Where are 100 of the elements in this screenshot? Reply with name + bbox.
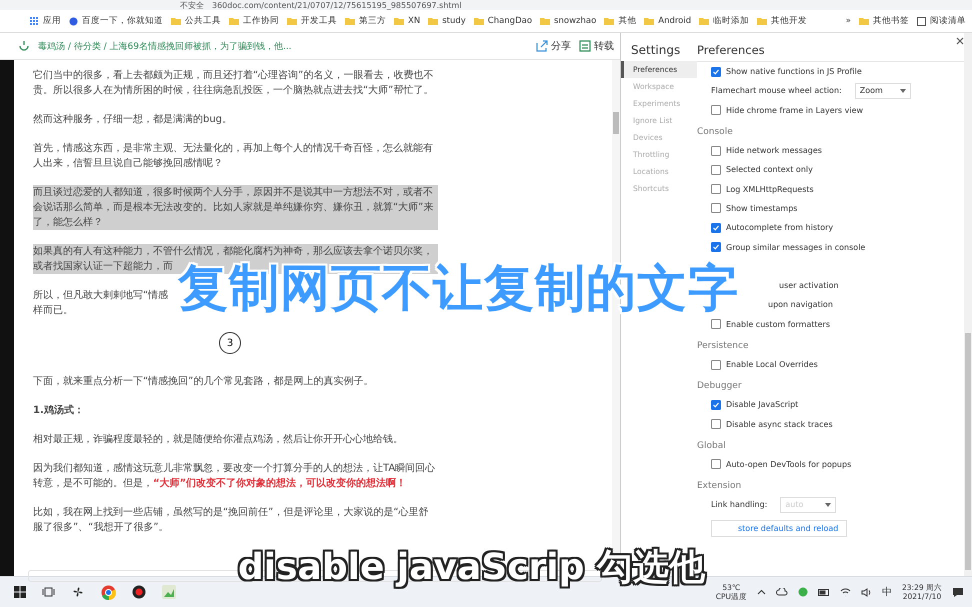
scrollbar-thumb[interactable] (613, 112, 619, 134)
preference-checkbox[interactable]: Show native functions in JS Profile (697, 62, 964, 82)
folder-icon (644, 17, 654, 25)
folder-icon (287, 17, 297, 25)
preferences-heading: Preferences (697, 43, 964, 62)
preference-checkbox[interactable]: Enable Local Overrides (697, 354, 964, 374)
checkbox[interactable] (711, 222, 721, 233)
preference-checkbox[interactable]: Hide network messages (697, 140, 964, 160)
article-paragraph: 首先，情感这东西，是非常主观、无法量化的，再加上每个人的情况千奇百怪，怎么就能有人出来，信誓旦旦说自己能够挽回感情呢？ (33, 142, 434, 171)
folder-icon (757, 17, 768, 25)
bookmark-link[interactable]: 开发工具 (287, 15, 337, 27)
checkbox[interactable] (711, 419, 721, 430)
article-paragraph: 而且谈过恋爱的人都知道，很多时候两个人分手，原因并不是说其中一方想法不对，或者不会说话那么简单，而是根本无法改变的。比如人家就是单纯嫌你穷、嫌你丑，就算“大师”来了，能怎么样？ (33, 185, 438, 230)
bookmark-link[interactable]: Android (644, 16, 692, 26)
scrollbar-thumb[interactable] (965, 333, 971, 570)
article-paragraph: 然而这种服务，仔细一想，都是满满的bug。 (33, 112, 234, 127)
article-paragraph: 它们当中的很多，看上去都颇为正规，而且还打着“心理咨询”的名义，一眼看去，收费也不贵。所以很多人在为情所困的时候，往往病急乱投医，一个脑热就点进去找“大师”帮忙了。 (33, 68, 434, 98)
folder-icon (345, 17, 355, 25)
save-icon (579, 40, 591, 52)
bookmark-link[interactable]: 公共工具 (171, 15, 221, 27)
reading-list-icon (917, 16, 926, 26)
section-title: Debugger (697, 380, 743, 394)
checkbox[interactable] (711, 242, 721, 252)
checkbox[interactable] (711, 203, 721, 214)
bookmark-link[interactable]: ChangDao (474, 16, 532, 26)
browser-icon[interactable] (101, 584, 116, 600)
folder-icon (859, 17, 869, 25)
notification-icon[interactable] (952, 586, 964, 598)
bookmark-link[interactable]: 应用 (30, 15, 61, 27)
more-bookmarks-button[interactable]: » (846, 16, 851, 26)
section-title: Console (697, 126, 734, 139)
checkbox[interactable] (711, 146, 721, 156)
bookmark-link[interactable]: snowzhao (540, 16, 596, 26)
preference-checkbox[interactable]: Log XMLHttpRequests (697, 179, 964, 199)
folder-icon (229, 17, 239, 25)
preference-checkbox[interactable]: Disable async stack traces (697, 414, 964, 434)
checkbox[interactable] (711, 66, 721, 77)
caret-icon (825, 502, 832, 507)
checkbox[interactable] (711, 400, 721, 410)
preference-checkbox[interactable]: Auto-open DevTools for popups (697, 454, 964, 474)
bookmark-link[interactable]: 阅读清单 (917, 15, 966, 27)
folder-icon (428, 17, 438, 25)
header-action-button[interactable]: 分享 (536, 39, 571, 53)
article-paragraph: 比如，我在网上找到一些店铺，虽然写的是“挽回前任”，但是评论里，大家说的是“心里舒服了很多”、“我想开了很多”。 (33, 506, 430, 535)
setting-label: user activation (778, 281, 839, 290)
chevron-up-icon[interactable] (757, 589, 766, 595)
section-title: Persistence (697, 340, 750, 353)
bookmark-link[interactable]: 百度一下，你就知道 (69, 15, 163, 27)
address-field[interactable]: 360doc.com/content/21/0707/12/75615195_985507697.shtml (212, 0, 462, 10)
bookmark-link[interactable]: 其他 (604, 15, 636, 27)
section-title: Extension (697, 480, 742, 494)
setting-dropdown[interactable]: Zoom (854, 82, 911, 99)
bookmark-link[interactable]: 工作协同 (229, 15, 279, 27)
article-line: 样而已。 (33, 305, 73, 316)
folder-icon (604, 17, 614, 25)
windows-logo-icon[interactable] (14, 586, 26, 598)
setting-label: Link handling: (711, 500, 768, 510)
preference-checkbox[interactable]: Autocomplete from history (697, 218, 964, 238)
apps-grid-icon (30, 16, 39, 26)
security-label: 不安全 (180, 0, 204, 10)
bookmark-link[interactable]: study (428, 16, 466, 26)
preference-checkbox[interactable]: Disable JavaScript (697, 395, 964, 414)
header-action-button[interactable]: 转载 (579, 39, 614, 53)
setting-label: upon navigation (767, 300, 833, 310)
bookmark-link[interactable]: 临时添加 (699, 15, 750, 27)
task-view-icon[interactable] (42, 586, 55, 598)
fan-icon[interactable] (71, 585, 85, 599)
bookmark-link[interactable]: 其他书签 (859, 15, 909, 27)
preference-checkbox[interactable]: Selected context only (697, 160, 964, 180)
app-tray-icon[interactable] (798, 587, 808, 597)
bookmark-link[interactable]: 其他开发 (757, 15, 808, 27)
preference-checkbox[interactable]: Hide chrome frame in Layers view (697, 100, 964, 120)
cloud-icon[interactable] (776, 588, 788, 596)
share-icon (536, 40, 548, 52)
record-icon[interactable] (132, 585, 146, 599)
checkbox[interactable] (711, 360, 721, 370)
bookmark-link[interactable]: XN (394, 16, 420, 26)
checkbox[interactable] (711, 184, 721, 194)
checkbox[interactable] (711, 319, 721, 330)
preference-checkbox[interactable]: Enable custom formatters (697, 314, 964, 334)
checkbox[interactable] (711, 164, 721, 175)
speaker-icon[interactable] (861, 588, 872, 596)
checkbox[interactable] (711, 105, 721, 116)
bookmark-link[interactable]: 第三方 (345, 15, 386, 27)
article-heading: 1.鸡汤式： (33, 405, 84, 416)
folder-icon (394, 17, 404, 25)
settings-title: Settings (630, 43, 682, 59)
preference-checkbox[interactable]: Group similar messages in console (697, 237, 964, 257)
checkbox[interactable] (711, 459, 721, 470)
preference-checkbox[interactable]: Show timestamps (697, 198, 964, 218)
folder-icon (171, 17, 181, 25)
caret-icon (900, 88, 906, 93)
breadcrumb[interactable]: 毒鸡汤 / 待分类 / 上海69名情感挽回师被抓，为了骗到钱，他... (38, 40, 292, 52)
article-line: 所以，但凡敢大剌剌地写“情感 (33, 290, 168, 301)
section-number: 3 (219, 332, 241, 354)
section-title: Global (697, 440, 727, 453)
article-paragraph: 相对最正规，诈骗程度最轻的，就是随便给你灌点鸡汤，然后让你开开心心地给钱。 (33, 432, 404, 447)
input-method-indicator[interactable]: 中 (882, 585, 892, 599)
restore-defaults-button[interactable]: store defaults and reload (711, 520, 848, 538)
battery-icon[interactable] (818, 588, 830, 596)
